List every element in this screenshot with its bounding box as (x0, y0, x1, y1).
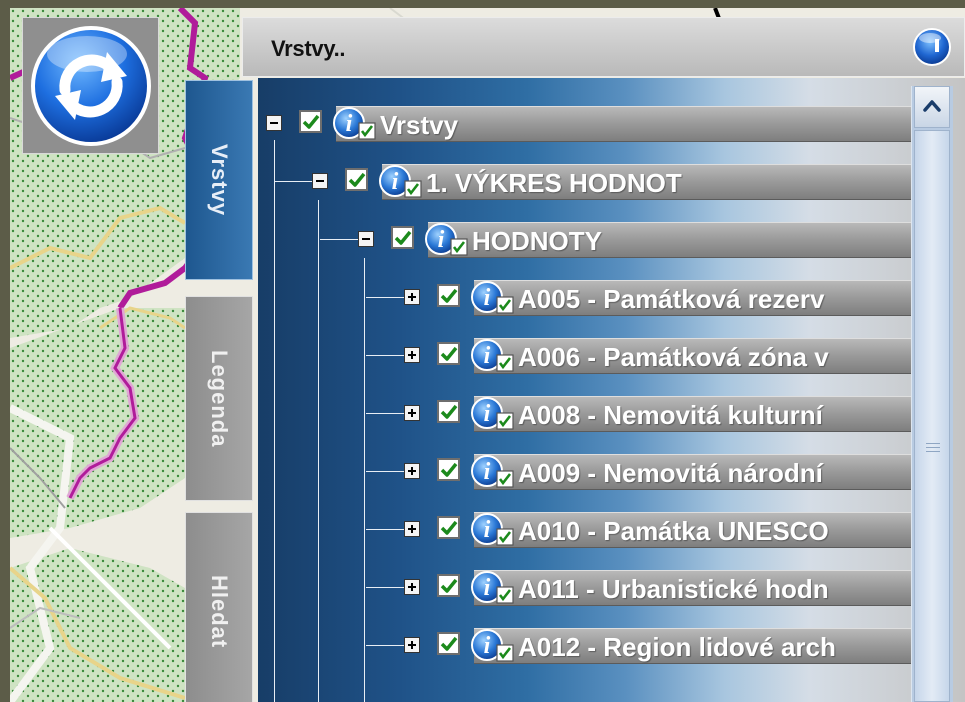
svg-text:i: i (392, 169, 399, 195)
layer-row[interactable]: i A008 - Nemovitá kulturní (258, 394, 911, 434)
svg-text:i: i (484, 401, 491, 427)
layer-label: A006 - Památková zóna v (518, 342, 829, 372)
tree-connector (366, 297, 404, 298)
info-icon[interactable]: i (470, 570, 516, 606)
svg-text:i: i (484, 517, 491, 543)
info-icon[interactable]: i (378, 164, 424, 200)
vertical-scrollbar[interactable] (911, 86, 953, 702)
expand-icon[interactable] (404, 347, 420, 363)
layers-tree-panel: i Vrstvy i 1. VÝKRES HODNOT i HODNOTY i A005 - … (258, 78, 965, 702)
collapse-icon[interactable] (358, 231, 374, 247)
layer-visibility-checkbox[interactable] (299, 110, 322, 133)
layer-row[interactable]: i 1. VÝKRES HODNOT (258, 162, 911, 202)
expand-icon[interactable] (404, 405, 420, 421)
info-icon[interactable]: i (424, 222, 470, 258)
svg-text:i: i (438, 227, 445, 253)
tree-connector (366, 587, 404, 588)
panel-title: Vrstvy.. (271, 36, 346, 61)
info-icon[interactable]: i (470, 396, 516, 432)
collapse-icon[interactable] (312, 173, 328, 189)
app-frame: Vrstvy.. i Vrstvy i 1. VÝKRES HODNOT i HODNOT… (0, 0, 965, 702)
tree-connector (366, 645, 404, 646)
checkmark-icon (440, 636, 458, 651)
expand-icon[interactable] (404, 463, 420, 479)
info-icon[interactable]: i (470, 338, 516, 374)
layer-visibility-checkbox[interactable] (391, 226, 414, 249)
svg-text:i: i (346, 111, 353, 137)
checkmark-icon (440, 462, 458, 477)
layer-row[interactable]: i A009 - Nemovitá národní (258, 452, 911, 492)
layer-label: A009 - Nemovitá národní (518, 458, 823, 488)
scroll-up-button[interactable] (914, 86, 950, 128)
info-icon[interactable]: i (470, 280, 516, 316)
tree-connector (366, 413, 404, 414)
checkmark-icon (440, 288, 458, 303)
info-icon[interactable]: i (470, 628, 516, 664)
layer-row[interactable]: i A010 - Památka UNESCO (258, 510, 911, 550)
expand-icon[interactable] (404, 521, 420, 537)
collapse-icon[interactable] (266, 115, 282, 131)
layer-label: HODNOTY (472, 226, 602, 256)
side-tabs: Vrstvy Legenda Hledat (185, 78, 257, 702)
layer-label: A011 - Urbanistické hodn (518, 574, 829, 604)
layer-label: 1. VÝKRES HODNOT (426, 168, 682, 198)
layer-visibility-checkbox[interactable] (437, 284, 460, 307)
tab-legenda[interactable]: Legenda (185, 296, 253, 501)
info-icon[interactable]: i (332, 106, 378, 142)
scroll-thumb[interactable] (914, 130, 950, 702)
tree-connector (274, 181, 312, 182)
layer-row[interactable]: i A005 - Památková rezerv (258, 278, 911, 318)
layer-visibility-checkbox[interactable] (437, 632, 460, 655)
tree-connector (320, 239, 358, 240)
info-icon[interactable]: i (470, 512, 516, 548)
layer-visibility-checkbox[interactable] (437, 458, 460, 481)
layer-label: A012 - Region lidové arch (518, 632, 836, 662)
checkmark-icon (348, 172, 366, 187)
layer-row[interactable]: i HODNOTY (258, 220, 911, 260)
svg-text:i: i (484, 343, 491, 369)
refresh-icon (30, 25, 151, 146)
checkmark-icon (302, 114, 320, 129)
scroll-grip (926, 443, 940, 444)
layer-row[interactable]: i A012 - Region lidové arch (258, 626, 911, 666)
chevron-up-icon (923, 100, 941, 112)
svg-text:i: i (484, 285, 491, 311)
tab-hledat[interactable]: Hledat (185, 512, 253, 702)
layer-label: Vrstvy (380, 110, 459, 140)
checkmark-icon (440, 346, 458, 361)
tab-vrstvy[interactable]: Vrstvy (185, 80, 253, 280)
layer-label: A005 - Památková rezerv (518, 284, 825, 314)
panel-toggle-icon[interactable] (912, 27, 952, 67)
svg-text:i: i (484, 633, 491, 659)
tree-connector (366, 355, 404, 356)
refresh-button[interactable] (22, 17, 159, 154)
layers-panel-header: Vrstvy.. (242, 17, 965, 77)
layer-visibility-checkbox[interactable] (437, 400, 460, 423)
expand-icon[interactable] (404, 637, 420, 653)
layer-visibility-checkbox[interactable] (437, 342, 460, 365)
expand-icon[interactable] (404, 579, 420, 595)
layer-visibility-checkbox[interactable] (437, 574, 460, 597)
layer-row[interactable]: i A006 - Památková zóna v (258, 336, 911, 376)
svg-text:i: i (484, 575, 491, 601)
layer-row[interactable]: i A011 - Urbanistické hodn (258, 568, 911, 608)
svg-text:i: i (484, 459, 491, 485)
scroll-grip (926, 451, 940, 452)
checkmark-icon (440, 578, 458, 593)
checkmark-icon (440, 520, 458, 535)
tree-connector (366, 529, 404, 530)
layer-visibility-checkbox[interactable] (345, 168, 368, 191)
expand-icon[interactable] (404, 289, 420, 305)
checkmark-icon (394, 230, 412, 245)
layer-visibility-checkbox[interactable] (437, 516, 460, 539)
info-icon[interactable]: i (470, 454, 516, 490)
scroll-grip (926, 447, 940, 448)
layer-row[interactable]: i Vrstvy (258, 104, 911, 144)
layer-label: A008 - Nemovitá kulturní (518, 400, 823, 430)
tree-connector (366, 471, 404, 472)
checkmark-icon (440, 404, 458, 419)
layer-label: A010 - Památka UNESCO (518, 516, 829, 546)
